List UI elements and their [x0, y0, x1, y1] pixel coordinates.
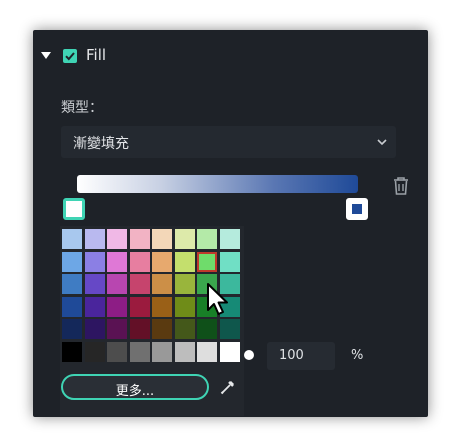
checkmark-icon	[65, 52, 75, 61]
color-swatch[interactable]	[62, 296, 82, 317]
color-swatch[interactable]	[152, 274, 172, 294]
eyedropper-icon[interactable]	[219, 378, 237, 396]
mouse-cursor-icon	[207, 283, 228, 315]
color-swatch[interactable]	[107, 341, 127, 362]
color-swatch[interactable]	[107, 296, 127, 317]
color-swatch[interactable]	[107, 274, 127, 294]
color-swatch[interactable]	[107, 319, 127, 339]
color-swatch[interactable]	[197, 341, 217, 362]
gradient-stop-start[interactable]	[63, 198, 85, 220]
color-swatch[interactable]	[129, 341, 150, 362]
color-swatch[interactable]	[84, 296, 105, 317]
color-swatch[interactable]	[219, 229, 240, 249]
color-swatch[interactable]	[174, 341, 195, 362]
color-swatch[interactable]	[174, 229, 195, 249]
color-swatch[interactable]	[152, 296, 172, 317]
color-swatch[interactable]	[152, 251, 172, 272]
color-swatch[interactable]	[174, 319, 195, 339]
color-swatch[interactable]	[84, 251, 105, 272]
fill-type-select[interactable]: 漸變填充	[61, 126, 396, 158]
color-swatch[interactable]	[84, 319, 105, 339]
color-swatch[interactable]	[107, 229, 127, 249]
color-swatch[interactable]	[84, 274, 105, 294]
color-swatch[interactable]	[197, 319, 217, 339]
opacity-input[interactable]: 100	[267, 342, 335, 370]
trash-icon[interactable]	[390, 175, 412, 197]
fill-section-header[interactable]: Fill	[33, 30, 428, 82]
color-swatch[interactable]	[174, 251, 195, 272]
color-swatch[interactable]	[129, 229, 150, 249]
color-swatch[interactable]	[152, 229, 172, 249]
fill-type-value: 漸變填充	[73, 136, 129, 152]
type-label: 類型：	[61, 100, 103, 116]
color-swatch[interactable]	[152, 319, 172, 339]
color-swatch[interactable]	[174, 296, 195, 317]
color-swatch[interactable]	[197, 229, 217, 249]
color-swatch[interactable]	[174, 274, 195, 294]
color-swatch[interactable]	[129, 319, 150, 339]
color-swatch[interactable]	[219, 341, 240, 362]
color-swatch[interactable]	[107, 251, 127, 272]
color-swatch[interactable]	[197, 251, 217, 272]
color-swatch[interactable]	[62, 251, 82, 272]
fill-label: Fill	[86, 46, 107, 64]
fill-panel: Fill 類型： 漸變填充 更多... 100 %	[33, 30, 428, 417]
collapse-caret-icon[interactable]	[41, 52, 51, 59]
color-swatch[interactable]	[219, 251, 240, 272]
color-swatch[interactable]	[84, 341, 105, 362]
color-swatch[interactable]	[152, 341, 172, 362]
opacity-slider-handle[interactable]	[244, 350, 254, 360]
more-colors-button[interactable]: 更多...	[61, 374, 209, 400]
gradient-bar[interactable]	[77, 175, 358, 193]
color-swatch[interactable]	[219, 319, 240, 339]
color-palette-popup: 更多...	[60, 226, 244, 416]
opacity-value: 100	[279, 348, 304, 363]
gradient-stop-end[interactable]	[346, 198, 368, 220]
chevron-down-icon	[377, 139, 387, 146]
color-swatch[interactable]	[129, 274, 150, 294]
more-colors-label: 更多...	[115, 384, 155, 399]
opacity-unit: %	[351, 348, 364, 363]
color-swatch[interactable]	[129, 251, 150, 272]
color-swatch[interactable]	[62, 341, 82, 362]
color-swatch[interactable]	[84, 229, 105, 249]
color-swatch[interactable]	[62, 319, 82, 339]
color-swatch[interactable]	[62, 274, 82, 294]
fill-checkbox[interactable]	[63, 49, 77, 63]
color-swatch[interactable]	[129, 296, 150, 317]
color-swatch[interactable]	[62, 229, 82, 249]
